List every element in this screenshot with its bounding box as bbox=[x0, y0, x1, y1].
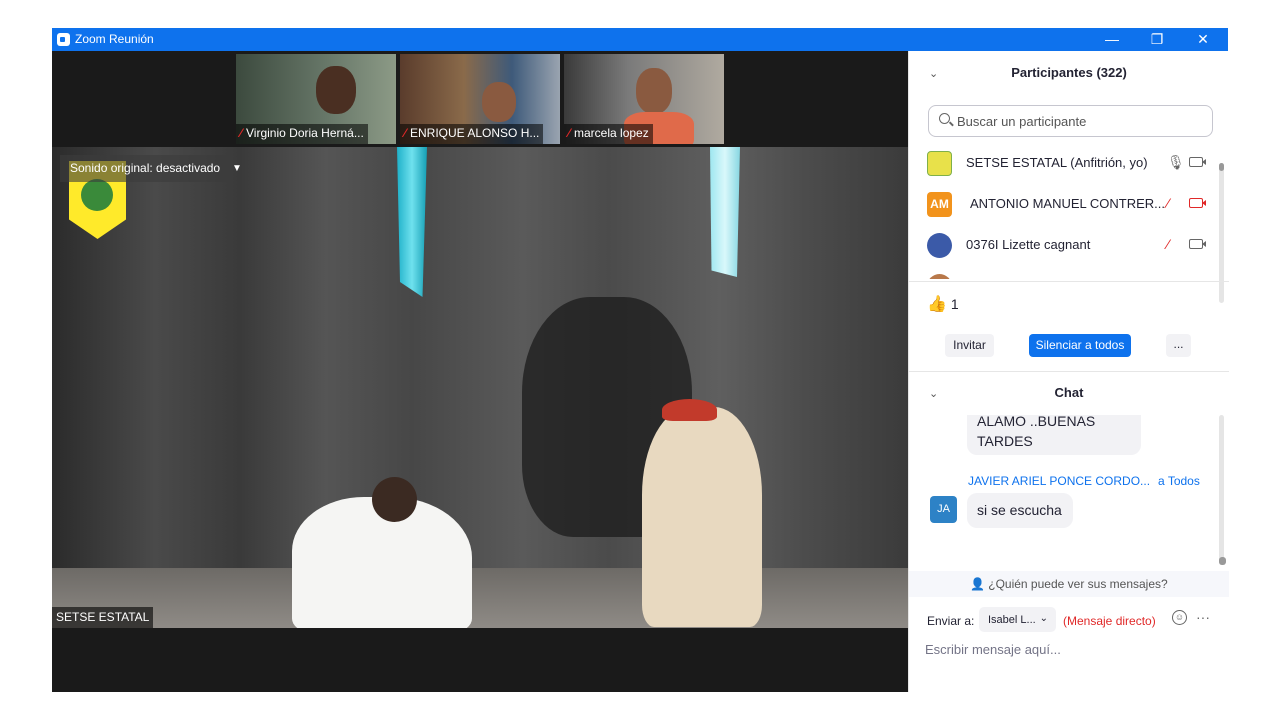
participant-list: SETSE ESTATAL (Anfitrión, yo) 🎙 AM ANTON… bbox=[909, 143, 1229, 279]
participant-row[interactable]: SETSE ESTATAL (Anfitrión, yo) 🎙 bbox=[909, 143, 1221, 184]
video-camera-icon[interactable] bbox=[1189, 239, 1203, 249]
chat-message-bubble: si se escucha bbox=[967, 493, 1073, 528]
divider bbox=[909, 371, 1229, 372]
video-off-icon[interactable] bbox=[1189, 198, 1203, 208]
chat-scrollbar[interactable] bbox=[1219, 415, 1224, 565]
avatar bbox=[927, 274, 952, 279]
zoom-window: Zoom Reunión — ❐ ✕ ⁄ Virginio Doria Herná… bbox=[52, 28, 1229, 692]
stage-decoration bbox=[397, 147, 427, 297]
participant-search[interactable]: Buscar un participante bbox=[928, 105, 1213, 137]
participant-row[interactable]: 0376I Lizette cagnant ⁄ bbox=[909, 225, 1221, 266]
minimize-button[interactable]: — bbox=[1089, 28, 1135, 51]
reaction-count: 👍 1 bbox=[927, 296, 959, 313]
more-icon[interactable]: ··· bbox=[1196, 609, 1210, 625]
close-button[interactable]: ✕ bbox=[1180, 28, 1226, 51]
title-bar: Zoom Reunión — ❐ ✕ bbox=[52, 28, 1228, 51]
window-title: Zoom Reunión bbox=[75, 32, 154, 46]
chat-message-input[interactable] bbox=[925, 638, 1215, 660]
active-speaker-name: SETSE ESTATAL bbox=[52, 607, 154, 628]
mic-muted-icon: ⁄ bbox=[404, 126, 407, 140]
more-options-button[interactable]: ... bbox=[1166, 334, 1191, 357]
original-sound-toggle[interactable]: Sonido original: desactivado bbox=[60, 155, 233, 182]
search-icon bbox=[939, 113, 950, 124]
caret-down-icon[interactable]: ▼ bbox=[232, 163, 242, 174]
chat-sender-name[interactable]: JAVIER ARIEL PONCE CORDO... bbox=[968, 474, 1150, 488]
thumbs-up-icon: 👍 bbox=[927, 296, 947, 313]
thumbnail-name: ⁄ marcela lopez bbox=[564, 124, 653, 144]
mic-muted-icon[interactable]: ⁄ bbox=[1167, 195, 1169, 211]
chevron-down-icon: ⌄ bbox=[1039, 613, 1048, 624]
chat-sender-row: JAVIER ARIEL PONCE CORDO... a Todos bbox=[968, 474, 1200, 488]
video-thumbnail[interactable]: ⁄ marcela lopez bbox=[564, 54, 724, 144]
who-can-see-messages-link[interactable]: 👤 ¿Quién puede ver sus mensajes? bbox=[909, 571, 1229, 597]
video-camera-icon[interactable] bbox=[1189, 157, 1203, 167]
invite-button[interactable]: Invitar bbox=[945, 334, 994, 357]
participant-name: 0376I Lizette cagnant bbox=[966, 237, 1091, 252]
thumbnail-strip: ⁄ Virginio Doria Herná... ⁄ ENRIQUE ALONSO… bbox=[236, 54, 724, 144]
participants-title: Participantes (322) bbox=[1011, 65, 1127, 80]
stage-floor bbox=[52, 568, 908, 628]
video-thumbnail[interactable]: ⁄ ENRIQUE ALONSO H... bbox=[400, 54, 560, 144]
mic-muted-icon[interactable]: ⁄ bbox=[1167, 236, 1169, 252]
video-area[interactable]: ⁄ Virginio Doria Herná... ⁄ ENRIQUE ALONSO… bbox=[52, 51, 908, 692]
divider bbox=[909, 281, 1229, 282]
maximize-button[interactable]: ❐ bbox=[1134, 28, 1180, 51]
avatar bbox=[927, 151, 952, 176]
participant-row[interactable]: AM ANTONIO MANUEL CONTRER... ⁄ bbox=[909, 184, 1221, 225]
video-thumbnail[interactable]: ⁄ Virginio Doria Herná... bbox=[236, 54, 396, 144]
send-to-label: Enviar a: bbox=[927, 614, 975, 628]
participant-name: SETSE ESTATAL (Anfitrión, yo) bbox=[966, 155, 1148, 170]
performer bbox=[642, 399, 762, 627]
main-video-feed bbox=[52, 147, 908, 628]
avatar bbox=[927, 233, 952, 258]
recipient-select[interactable]: Isabel L... ⌄ bbox=[979, 607, 1056, 632]
side-panel: ⌄ Participantes (322) Buscar un particip… bbox=[908, 51, 1229, 692]
search-input[interactable]: Buscar un participante bbox=[957, 114, 1086, 129]
scroll-up-arrow-icon[interactable] bbox=[1219, 163, 1224, 171]
mic-icon[interactable]: 🎙 bbox=[1167, 154, 1185, 171]
participant-scrollbar[interactable] bbox=[1219, 163, 1224, 303]
stage-decoration bbox=[710, 147, 740, 277]
chat-message-bubble: ALAMO ..BUENAS TARDES bbox=[967, 415, 1141, 455]
chat-messages: ALAMO ..BUENAS TARDES JAVIER ARIEL PONCE… bbox=[909, 415, 1229, 561]
participant-name: ANTONIO MANUEL CONTRER... bbox=[970, 196, 1166, 211]
person-icon: 👤 bbox=[970, 577, 986, 591]
zoom-app-icon bbox=[57, 33, 70, 46]
scroll-down-arrow-icon[interactable] bbox=[1219, 557, 1226, 565]
participant-row[interactable] bbox=[909, 266, 1221, 279]
mute-all-button[interactable]: Silenciar a todos bbox=[1029, 334, 1131, 357]
avatar: AM bbox=[927, 192, 952, 217]
performer bbox=[292, 477, 472, 628]
chat-title: Chat bbox=[1054, 385, 1084, 400]
thumbnail-name: ⁄ ENRIQUE ALONSO H... bbox=[400, 124, 544, 144]
mic-muted-icon: ⁄ bbox=[568, 126, 571, 140]
mic-muted-icon: ⁄ bbox=[240, 126, 243, 140]
thumbnail-name: ⁄ Virginio Doria Herná... bbox=[236, 124, 368, 144]
chat-recipient: a Todos bbox=[1158, 474, 1200, 488]
direct-message-label: (Mensaje directo) bbox=[1063, 614, 1156, 628]
emoji-icon[interactable]: ☺ bbox=[1172, 610, 1187, 625]
avatar: JA bbox=[930, 496, 957, 523]
